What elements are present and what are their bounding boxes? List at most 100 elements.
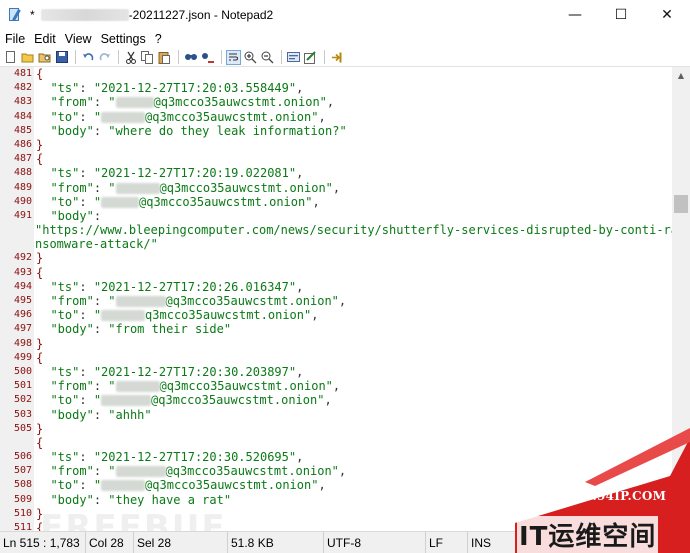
json-value-prefix: " bbox=[108, 95, 116, 110]
json-brace: { bbox=[36, 350, 44, 365]
json-brace: { bbox=[36, 67, 44, 81]
status-column: Col 28 bbox=[86, 531, 134, 553]
json-value-prefix: " bbox=[93, 194, 102, 209]
status-eol[interactable]: LF bbox=[426, 531, 468, 553]
line-number: 505 bbox=[13, 422, 32, 434]
scroll-down-icon[interactable]: ▼ bbox=[672, 514, 690, 531]
minimize-button[interactable]: — bbox=[552, 0, 598, 29]
line-code: } bbox=[36, 138, 43, 152]
customize-icon[interactable] bbox=[303, 50, 318, 65]
exit-icon[interactable] bbox=[329, 50, 344, 65]
code-line: 493 { bbox=[0, 266, 672, 280]
zoom-in-icon[interactable] bbox=[243, 50, 258, 65]
json-colon: : bbox=[93, 464, 109, 479]
code-line: 482 "ts": "2021-12-27T17:20:03.558449", bbox=[0, 81, 672, 95]
line-code: "to": " @q3mcco35auwcstmt.onion", bbox=[36, 109, 325, 124]
status-file-size: 51.8 KB bbox=[228, 531, 324, 553]
line-code: } bbox=[36, 507, 43, 521]
word-wrap-icon[interactable] bbox=[226, 49, 241, 65]
json-key: "body" bbox=[50, 492, 94, 507]
save-icon[interactable] bbox=[54, 50, 69, 65]
json-colon: : bbox=[93, 294, 109, 308]
code-line: 511 { bbox=[0, 521, 672, 531]
json-colon: : bbox=[79, 450, 94, 465]
line-number: 497 bbox=[13, 323, 32, 335]
status-selection: Sel 28 bbox=[134, 531, 228, 553]
line-number: 492 bbox=[13, 252, 32, 264]
json-comma: , bbox=[296, 450, 304, 465]
new-file-icon[interactable] bbox=[3, 50, 18, 65]
redacted-username bbox=[115, 381, 160, 393]
json-colon: : bbox=[93, 180, 109, 195]
editor-area[interactable]: 481 {482 "ts": "2021-12-27T17:20:03.55844… bbox=[0, 67, 690, 531]
cut-icon[interactable] bbox=[123, 50, 138, 65]
find-icon[interactable] bbox=[183, 50, 198, 65]
json-brace: } bbox=[36, 421, 44, 436]
zoom-out-icon[interactable] bbox=[260, 50, 275, 65]
json-brace: } bbox=[36, 336, 44, 351]
line-number: 496 bbox=[13, 309, 32, 321]
line-code: "https://www.bleepingcomputer.com/news/s… bbox=[35, 223, 678, 237]
close-button[interactable]: ✕ bbox=[644, 0, 690, 29]
line-code: "body": "where do they leak information?… bbox=[36, 124, 346, 138]
json-key: "to" bbox=[50, 478, 80, 493]
line-code: } bbox=[36, 337, 43, 351]
json-key: "ts" bbox=[50, 166, 80, 181]
toolbar-separator bbox=[221, 50, 222, 64]
json-comma: , bbox=[312, 194, 320, 209]
menu-edit[interactable]: Edit bbox=[30, 32, 61, 46]
json-value: "they have a rat" bbox=[108, 492, 232, 507]
menu-help[interactable]: ? bbox=[151, 32, 167, 46]
code-line: 498} bbox=[0, 337, 672, 351]
json-key: "to" bbox=[50, 109, 80, 124]
json-value: "from their side" bbox=[108, 322, 232, 337]
line-code: "ts": "2021-12-27T17:20:03.558449", bbox=[36, 81, 303, 95]
scroll-thumb[interactable] bbox=[674, 195, 688, 213]
line-code: "ts": "2021-12-27T17:20:26.016347", bbox=[36, 280, 303, 294]
json-value-prefix: " bbox=[93, 478, 102, 493]
line-number: 509 bbox=[13, 493, 32, 505]
line-number: 510 bbox=[13, 507, 32, 519]
json-brace: { bbox=[36, 521, 44, 531]
paste-icon[interactable] bbox=[157, 50, 172, 65]
line-number: 481 bbox=[13, 68, 32, 79]
copy-icon[interactable] bbox=[140, 50, 155, 65]
menu-file[interactable]: File bbox=[0, 32, 30, 46]
menu-bar: File Edit View Settings ? bbox=[0, 29, 690, 48]
json-comma: , bbox=[338, 464, 347, 479]
code-line: 506 "ts": "2021-12-27T17:20:30.520695", bbox=[0, 450, 672, 464]
json-value-prefix: " bbox=[93, 109, 102, 124]
json-colon: : bbox=[93, 492, 109, 507]
json-comma: , bbox=[324, 393, 332, 408]
scroll-up-icon[interactable]: ▲ bbox=[672, 67, 690, 84]
redacted-username bbox=[115, 466, 166, 478]
json-value: "2021-12-27T17:20:03.558449" bbox=[93, 81, 297, 96]
status-bar: Ln 515 : 1,783 Col 28 Sel 28 51.8 KB UTF… bbox=[0, 531, 690, 553]
json-comma: , bbox=[338, 294, 347, 308]
line-number: 498 bbox=[13, 337, 32, 349]
window-title: * -20211227.json - Notepad2 bbox=[30, 8, 273, 22]
browse-icon[interactable] bbox=[37, 50, 52, 65]
vertical-scrollbar[interactable]: ▲ ▼ bbox=[672, 67, 690, 531]
title-bar[interactable]: * -20211227.json - Notepad2 — ☐ ✕ bbox=[0, 0, 690, 29]
json-brace: } bbox=[36, 506, 44, 521]
code-line: "https://www.bleepingcomputer.com/news/s… bbox=[0, 223, 678, 237]
code-line: 509 "body": "they have a rat" bbox=[0, 493, 672, 507]
title-redacted-filename bbox=[40, 8, 129, 21]
json-value: "2021-12-27T17:20:30.520695" bbox=[93, 450, 297, 465]
undo-icon[interactable] bbox=[80, 50, 95, 65]
notepad2-app-icon[interactable] bbox=[9, 7, 21, 22]
replace-icon[interactable] bbox=[200, 50, 215, 65]
schemes-icon[interactable] bbox=[286, 50, 301, 65]
code-line: 488 "ts": "2021-12-27T17:20:19.022081", bbox=[0, 166, 672, 180]
maximize-button[interactable]: ☐ bbox=[598, 0, 644, 29]
line-number: 485 bbox=[13, 124, 32, 136]
json-brace: } bbox=[36, 251, 44, 266]
status-encoding[interactable]: UTF-8 bbox=[324, 531, 426, 553]
open-folder-icon[interactable] bbox=[20, 50, 35, 65]
menu-view[interactable]: View bbox=[61, 32, 97, 46]
menu-settings[interactable]: Settings bbox=[97, 32, 151, 46]
redo-icon[interactable] bbox=[97, 50, 112, 65]
line-code: nsomware-attack/" bbox=[35, 237, 158, 251]
toolbar bbox=[0, 48, 690, 67]
